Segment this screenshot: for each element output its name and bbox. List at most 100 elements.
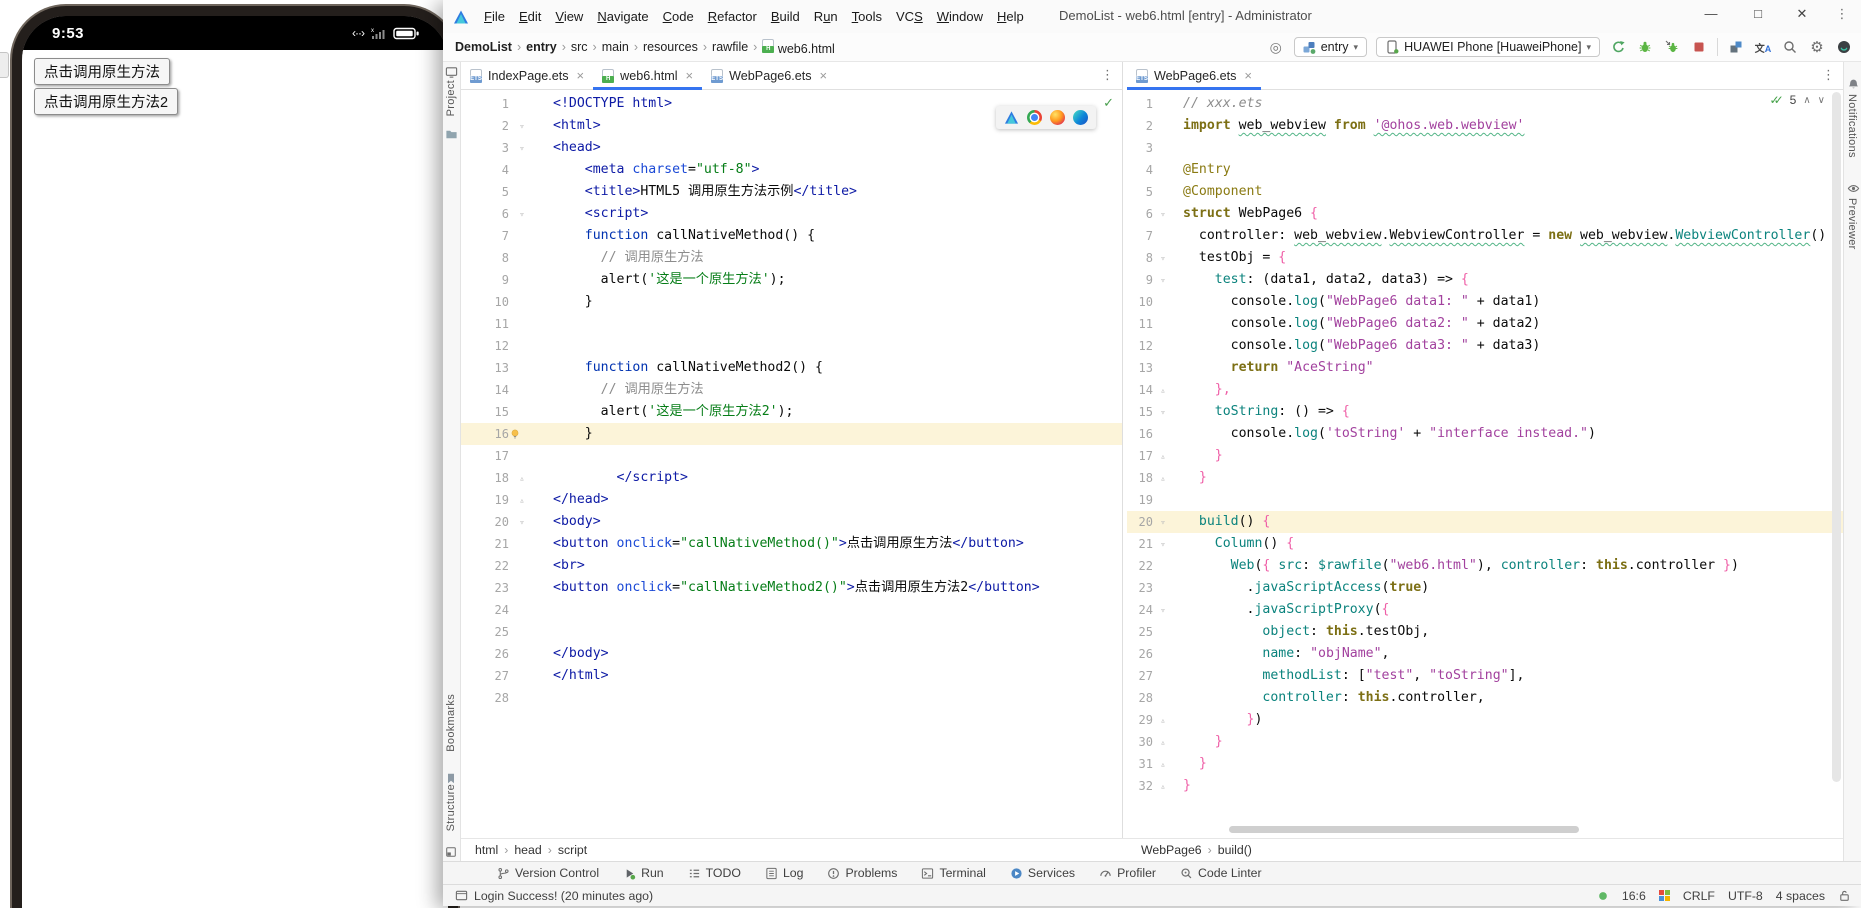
lock-icon[interactable] bbox=[1838, 889, 1851, 902]
caret-position[interactable]: 16:6 bbox=[1622, 889, 1646, 903]
breadcrumb-item-DemoList[interactable]: DemoList bbox=[455, 40, 512, 54]
breadcrumb-item-rawfile[interactable]: rawfile bbox=[712, 40, 748, 54]
fold-marker-icon[interactable]: ▿ bbox=[509, 136, 535, 160]
breadcrumb-item-web6.html[interactable]: H web6.html bbox=[762, 38, 835, 56]
menu-vcs[interactable]: VCS bbox=[889, 6, 930, 27]
translate-icon[interactable]: 文A bbox=[1754, 38, 1772, 56]
menu-navigate[interactable]: Navigate bbox=[590, 6, 655, 27]
bell-icon[interactable] bbox=[1847, 78, 1860, 91]
fold-marker-icon[interactable]: ▵ bbox=[509, 488, 535, 512]
toolwindow-problems[interactable]: Problems bbox=[827, 866, 897, 880]
menu-code[interactable]: Code bbox=[656, 6, 701, 27]
breadcrumb-item-main[interactable]: main bbox=[602, 40, 629, 54]
layout-icon[interactable] bbox=[445, 846, 457, 858]
stop-icon[interactable] bbox=[1690, 38, 1708, 56]
line-separator[interactable]: CRLF bbox=[1683, 889, 1715, 903]
code-editor-webpage6-ets[interactable]: 1 // xxx.ets 2 import web_webview from '@oh… bbox=[1127, 90, 1843, 838]
fold-marker-icon[interactable]: ▵ bbox=[1153, 466, 1173, 490]
chrome-icon[interactable] bbox=[1027, 110, 1042, 125]
close-icon[interactable]: × bbox=[820, 68, 828, 83]
attach-target-icon[interactable]: ◎ bbox=[1267, 38, 1285, 56]
call-native-method-button[interactable]: 点击调用原生方法 bbox=[34, 58, 170, 85]
menu-help[interactable]: Help bbox=[990, 6, 1031, 27]
titlebar-more-icon[interactable]: ⋮ bbox=[1827, 6, 1857, 22]
code-editor-web6-html[interactable]: 1 <!DOCTYPE html> 2 ▿ <html> 3 ▿ <head> 4 <meta … bbox=[461, 90, 1122, 838]
collapsed-panel-tab[interactable] bbox=[0, 52, 9, 78]
settings-icon[interactable]: ⚙ bbox=[1808, 38, 1826, 56]
debug-icon[interactable] bbox=[1636, 38, 1654, 56]
device-select[interactable]: HUAWEI Phone [HuaweiPhone] ▾ bbox=[1376, 37, 1600, 57]
breadcrumb-item-script[interactable]: script bbox=[558, 843, 587, 857]
menu-build[interactable]: Build bbox=[764, 6, 807, 27]
fold-marker-icon[interactable]: ▿ bbox=[1153, 268, 1173, 292]
ms-squares-icon[interactable] bbox=[1658, 890, 1670, 901]
breadcrumb-item-build()[interactable]: build() bbox=[1218, 843, 1252, 857]
rerun-icon[interactable] bbox=[1609, 38, 1627, 56]
breadcrumb-item-entry[interactable]: entry bbox=[526, 40, 557, 54]
search-icon[interactable] bbox=[1781, 38, 1799, 56]
sidebar-item-structure[interactable]: Structure bbox=[445, 784, 457, 831]
toolwindow-terminal[interactable]: Terminal bbox=[921, 866, 986, 880]
indent-style[interactable]: 4 spaces bbox=[1776, 889, 1825, 903]
tab-options-icon[interactable]: ⋮ bbox=[1822, 67, 1835, 83]
sidebar-item-bookmarks[interactable]: Bookmarks bbox=[445, 694, 457, 752]
encoding[interactable]: UTF-8 bbox=[1728, 889, 1763, 903]
breadcrumb-item-html[interactable]: html bbox=[475, 843, 498, 857]
fold-marker-icon[interactable]: ▿ bbox=[1153, 202, 1173, 226]
toolwindow-version-control[interactable]: Version Control bbox=[497, 866, 599, 880]
sidebar-item-notifications[interactable]: Notifications bbox=[1846, 94, 1858, 158]
fold-marker-icon[interactable]: ▵ bbox=[1153, 774, 1173, 798]
toolwindow-services[interactable]: Services bbox=[1010, 866, 1075, 880]
tab-WebPage6.ets[interactable]: ETS WebPage6.ets × bbox=[1127, 62, 1261, 90]
prev-marker-icon[interactable]: ∧ bbox=[1803, 95, 1810, 106]
fold-marker-icon[interactable]: ▿ bbox=[1153, 246, 1173, 270]
breadcrumb-item-head[interactable]: head bbox=[514, 843, 541, 857]
tab-web6.html[interactable]: Hweb6.html × bbox=[593, 62, 702, 90]
menu-view[interactable]: View bbox=[548, 6, 590, 27]
deveco-preview-icon[interactable] bbox=[1004, 110, 1019, 125]
breadcrumb-item-resources[interactable]: resources bbox=[643, 40, 698, 54]
fold-marker-icon[interactable]: ▵ bbox=[1153, 444, 1173, 468]
minimize-button[interactable]: — bbox=[1696, 6, 1726, 21]
fold-marker-icon[interactable]: ▵ bbox=[1153, 708, 1173, 732]
close-icon[interactable]: × bbox=[1244, 68, 1252, 83]
menu-refactor[interactable]: Refactor bbox=[701, 6, 764, 27]
breadcrumb-item-src[interactable]: src bbox=[571, 40, 588, 54]
debug-attach-icon[interactable] bbox=[1663, 38, 1681, 56]
menu-edit[interactable]: Edit bbox=[512, 6, 548, 27]
toolwindow-run[interactable]: Run bbox=[623, 866, 664, 880]
toolwindow-profiler[interactable]: Profiler bbox=[1099, 866, 1156, 880]
call-native-method2-button[interactable]: 点击调用原生方法2 bbox=[34, 88, 179, 115]
fold-marker-icon[interactable]: ▵ bbox=[1153, 752, 1173, 776]
fold-marker-icon[interactable]: ▿ bbox=[1153, 510, 1173, 534]
tab-options-icon[interactable]: ⋮ bbox=[1101, 67, 1114, 83]
fold-marker-icon[interactable]: ▿ bbox=[1153, 400, 1173, 424]
fold-marker-icon[interactable]: ▿ bbox=[509, 114, 535, 138]
sidebar-item-project[interactable]: Project bbox=[445, 80, 457, 116]
intention-bulb-icon[interactable] bbox=[509, 428, 535, 440]
fold-marker-icon[interactable]: ▿ bbox=[509, 510, 535, 534]
close-button[interactable]: ✕ bbox=[1787, 6, 1817, 22]
account-icon[interactable] bbox=[1835, 38, 1853, 56]
fold-marker-icon[interactable]: ▵ bbox=[1153, 730, 1173, 754]
fold-marker-icon[interactable]: ▵ bbox=[509, 466, 535, 490]
fold-marker-icon[interactable]: ▿ bbox=[1153, 532, 1173, 556]
green-dot-icon[interactable] bbox=[1597, 890, 1609, 902]
next-marker-icon[interactable]: ∨ bbox=[1818, 95, 1825, 106]
horizontal-scrollbar[interactable] bbox=[1229, 826, 1579, 833]
monitor-icon[interactable] bbox=[445, 66, 458, 79]
fold-marker-icon[interactable]: ▿ bbox=[1153, 598, 1173, 622]
fold-marker-icon[interactable]: ▵ bbox=[1153, 378, 1173, 402]
toolwindow-todo[interactable]: TODO bbox=[688, 866, 741, 880]
toolwindow-code-linter[interactable]: Code Linter bbox=[1180, 866, 1262, 880]
breadcrumb-item-WebPage6[interactable]: WebPage6 bbox=[1141, 843, 1202, 857]
tab-WebPage6.ets[interactable]: ETS WebPage6.ets × bbox=[702, 62, 836, 90]
edge-icon[interactable] bbox=[1073, 110, 1088, 125]
run-configuration-select[interactable]: entry ▾ bbox=[1293, 37, 1368, 57]
menu-tools[interactable]: Tools bbox=[845, 6, 889, 27]
close-icon[interactable]: × bbox=[686, 68, 694, 83]
toolwindow-log[interactable]: Log bbox=[765, 866, 803, 880]
folder-icon[interactable] bbox=[445, 128, 458, 141]
menu-file[interactable]: File bbox=[477, 6, 512, 27]
profile-tool-icon[interactable] bbox=[1727, 38, 1745, 56]
